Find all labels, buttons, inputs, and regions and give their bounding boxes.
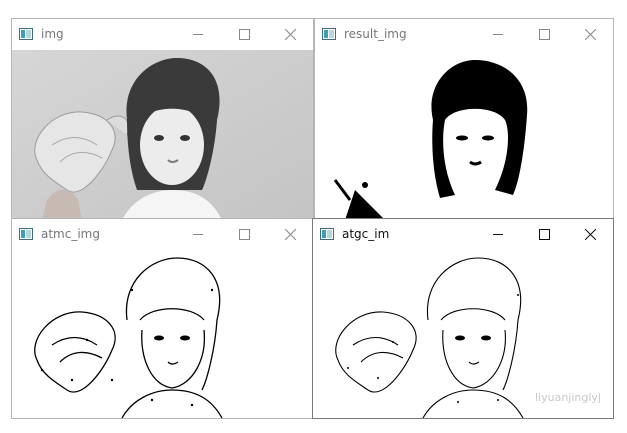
window-atgc-im[interactable]: atgc_im liyuanjinglyj xyxy=(312,218,614,419)
titlebar[interactable]: result_img xyxy=(315,19,613,50)
minimize-button[interactable] xyxy=(175,19,221,50)
maximize-button[interactable] xyxy=(521,219,567,250)
watermark-text: liyuanjinglyj xyxy=(535,391,601,404)
minimize-button[interactable] xyxy=(175,219,221,250)
window-result-img[interactable]: result_img xyxy=(314,18,614,221)
maximize-button[interactable] xyxy=(221,219,267,250)
window-title: atgc_im xyxy=(342,227,390,241)
grayscale-photo xyxy=(12,50,313,220)
close-icon xyxy=(284,229,296,240)
image-view xyxy=(12,250,313,418)
close-button[interactable] xyxy=(567,19,613,50)
app-icon xyxy=(322,28,336,40)
close-icon xyxy=(284,29,296,40)
window-title: atmc_img xyxy=(41,227,100,241)
image-view xyxy=(12,50,313,220)
window-atmc-img[interactable]: atmc_img xyxy=(11,218,314,419)
maximize-button[interactable] xyxy=(521,19,567,50)
close-button[interactable] xyxy=(267,219,313,250)
app-icon xyxy=(19,228,33,240)
minimize-button[interactable] xyxy=(475,19,521,50)
maximize-button[interactable] xyxy=(221,19,267,50)
close-icon xyxy=(584,229,596,240)
window-img[interactable]: img xyxy=(11,18,314,221)
minimize-button[interactable] xyxy=(475,219,521,250)
window-title: result_img xyxy=(344,27,407,41)
threshold-image xyxy=(315,50,613,220)
image-view xyxy=(315,50,613,220)
app-icon xyxy=(320,228,334,240)
titlebar[interactable]: atgc_im xyxy=(313,219,613,250)
titlebar[interactable]: img xyxy=(12,19,313,50)
window-title: img xyxy=(41,27,64,41)
close-button[interactable] xyxy=(267,19,313,50)
adaptive-mean-image xyxy=(12,250,313,418)
close-icon xyxy=(584,29,596,40)
close-button[interactable] xyxy=(567,219,613,250)
titlebar[interactable]: atmc_img xyxy=(12,219,313,250)
image-view: liyuanjinglyj xyxy=(313,250,613,418)
app-icon xyxy=(19,28,33,40)
